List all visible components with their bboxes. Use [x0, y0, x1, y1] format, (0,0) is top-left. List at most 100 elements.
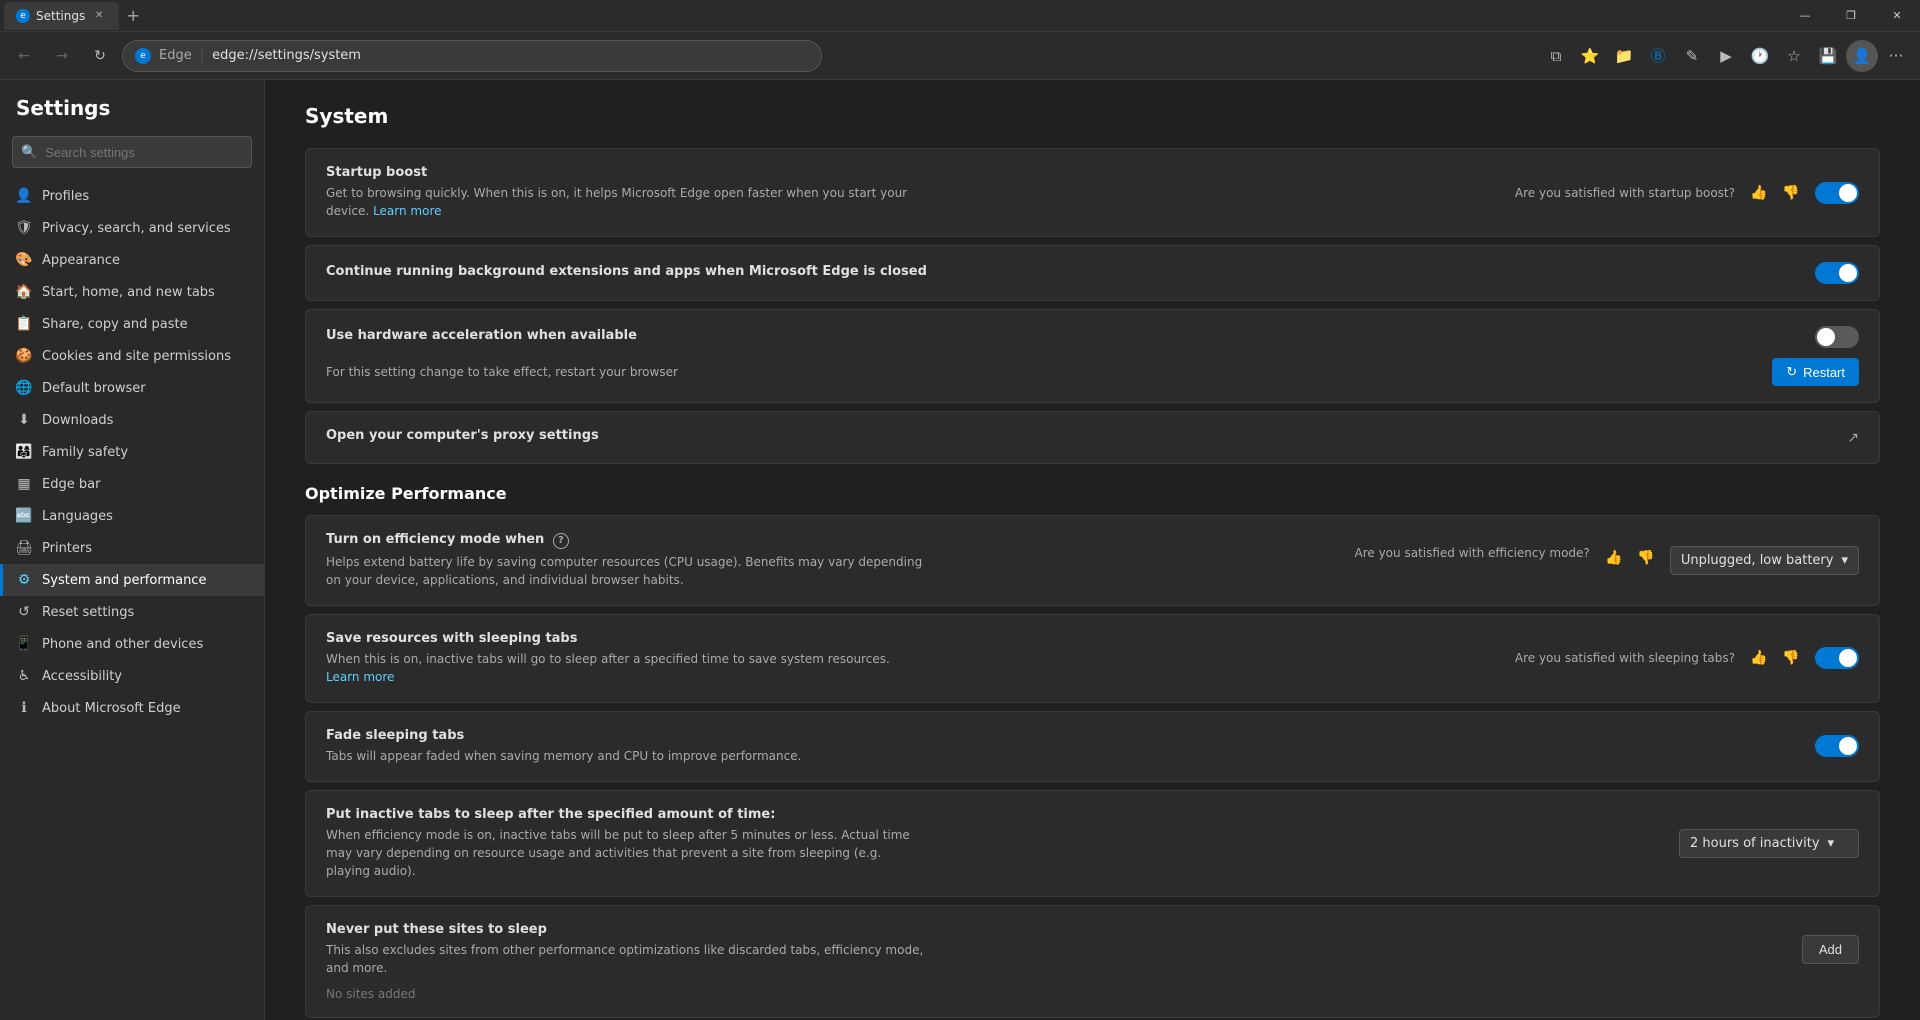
proxy-card[interactable]: Open your computer's proxy settings ↗ — [305, 411, 1880, 464]
sidebar-item-edge-bar[interactable]: ▦ Edge bar — [0, 468, 264, 500]
sidebar-item-start[interactable]: 🏠 Start, home, and new tabs — [0, 276, 264, 308]
startup-boost-left: Startup boost Get to browsing quickly. W… — [326, 165, 1499, 220]
sleeping-tabs-toggle[interactable] — [1815, 647, 1859, 669]
sidebar-label-profiles: Profiles — [42, 189, 89, 204]
sidebar-item-downloads[interactable]: ⬇ Downloads — [0, 404, 264, 436]
inactive-sleep-dropdown[interactable]: 2 hours of inactivity ▾ — [1679, 829, 1859, 858]
minimize-button[interactable]: — — [1782, 0, 1828, 32]
extensions-icon[interactable]: ⧉ — [1540, 40, 1572, 72]
fade-sleeping-title: Fade sleeping tabs — [326, 728, 1799, 743]
toolbar-icons: ⧉ ⭐ 📁 Ⓑ ✎ ▶ 🕐 ☆ 💾 👤 ··· — [1540, 40, 1912, 72]
sidebar-item-profiles[interactable]: 👤 Profiles — [0, 180, 264, 212]
efficiency-dropdown[interactable]: Unplugged, low battery ▾ — [1670, 546, 1859, 575]
search-box[interactable]: 🔍 — [12, 136, 252, 168]
sidebar-title: Settings — [0, 96, 264, 136]
share-icon: 📋 — [16, 316, 32, 332]
efficiency-dropdown-icon: ▾ — [1841, 553, 1848, 568]
fade-sleeping-row: Fade sleeping tabs Tabs will appear fade… — [326, 728, 1859, 765]
fade-sleeping-card: Fade sleeping tabs Tabs will appear fade… — [305, 711, 1880, 782]
efficiency-dropdown-value: Unplugged, low battery — [1681, 553, 1834, 568]
never-sleep-left: Never put these sites to sleep This also… — [326, 922, 1786, 977]
background-extensions-knob — [1839, 264, 1857, 282]
sidebar-item-cookies[interactable]: 🍪 Cookies and site permissions — [0, 340, 264, 372]
hardware-accel-left: Use hardware acceleration when available — [326, 328, 1799, 347]
collections-icon[interactable]: 📁 — [1608, 40, 1640, 72]
downloads-icon: ⬇ — [16, 412, 32, 428]
sidebar-label-printers: Printers — [42, 541, 92, 556]
fade-sleeping-toggle[interactable] — [1815, 735, 1859, 757]
edge-logo: e — [135, 48, 151, 64]
sidebar-item-accessibility[interactable]: ♿ Accessibility — [0, 660, 264, 692]
sidebar-item-family[interactable]: 👨‍👩‍👧 Family safety — [0, 436, 264, 468]
background-extensions-toggle[interactable] — [1815, 262, 1859, 284]
active-tab[interactable]: e Settings ✕ — [4, 2, 119, 30]
sidebar-item-default-browser[interactable]: 🌐 Default browser — [0, 372, 264, 404]
startup-thumbs-up[interactable]: 👍 — [1747, 181, 1771, 205]
start-icon: 🏠 — [16, 284, 32, 300]
history-icon[interactable]: 🕐 — [1744, 40, 1776, 72]
window-controls: — ❐ ✕ — [1782, 0, 1920, 32]
sleeping-tabs-learn-more[interactable]: Learn more — [326, 670, 394, 684]
sleeping-thumbs-up[interactable]: 👍 — [1747, 646, 1771, 670]
sidebar-item-appearance[interactable]: 🎨 Appearance — [0, 244, 264, 276]
fade-sleeping-right — [1815, 735, 1859, 757]
family-icon: 👨‍👩‍👧 — [16, 444, 32, 460]
star-icon[interactable]: ☆ — [1778, 40, 1810, 72]
efficiency-thumbs-down[interactable]: 👎 — [1634, 546, 1658, 570]
profiles-icon: 👤 — [16, 188, 32, 204]
hardware-accel-toggle[interactable] — [1815, 326, 1859, 348]
refresh-button[interactable]: ↻ — [84, 40, 116, 72]
sidebar-item-reset[interactable]: ↺ Reset settings — [0, 596, 264, 628]
tab-label: Settings — [36, 9, 85, 23]
bing-icon[interactable]: Ⓑ — [1642, 40, 1674, 72]
sleeping-tabs-left: Save resources with sleeping tabs When t… — [326, 631, 1499, 686]
inactive-sleep-right: 2 hours of inactivity ▾ — [1679, 829, 1859, 858]
sleeping-thumbs-down[interactable]: 👎 — [1779, 646, 1803, 670]
startup-boost-learn-more[interactable]: Learn more — [373, 204, 441, 218]
add-site-button[interactable]: Add — [1802, 935, 1859, 964]
new-tab-button[interactable]: + — [119, 2, 147, 30]
url-bar[interactable]: e Edge | edge://settings/system — [122, 40, 822, 72]
sidebar-label-start: Start, home, and new tabs — [42, 285, 215, 300]
save-icon[interactable]: 💾 — [1812, 40, 1844, 72]
privacy-icon: 🛡 — [16, 220, 32, 236]
efficiency-mode-info-icon[interactable]: ? — [553, 533, 569, 549]
sidebar-item-system[interactable]: ⚙ System and performance — [0, 564, 264, 596]
never-sleep-right: Add — [1802, 935, 1859, 964]
restart-button[interactable]: ↻ Restart — [1772, 358, 1859, 386]
restore-button[interactable]: ❐ — [1828, 0, 1874, 32]
never-sleep-card: Never put these sites to sleep This also… — [305, 905, 1880, 1018]
tab-close-button[interactable]: ✕ — [91, 8, 107, 24]
system-icon: ⚙ — [16, 572, 32, 588]
inactive-sleep-desc: When efficiency mode is on, inactive tab… — [326, 826, 926, 880]
profile-icon[interactable]: 👤 — [1846, 40, 1878, 72]
hardware-accel-title: Use hardware acceleration when available — [326, 328, 1799, 343]
sidebar-item-phone[interactable]: 📱 Phone and other devices — [0, 628, 264, 660]
back-button[interactable]: ← — [8, 40, 40, 72]
game-icon[interactable]: ▶ — [1710, 40, 1742, 72]
sidebar-label-share: Share, copy and paste — [42, 317, 188, 332]
sidebar-item-privacy[interactable]: 🛡 Privacy, search, and services — [0, 212, 264, 244]
accessibility-icon: ♿ — [16, 668, 32, 684]
sidebar-item-about[interactable]: ℹ About Microsoft Edge — [0, 692, 264, 724]
content-area: System Startup boost Get to browsing qui… — [265, 80, 1920, 1020]
startup-thumbs-down[interactable]: 👎 — [1779, 181, 1803, 205]
printers-icon: 🖨 — [16, 540, 32, 556]
sidebar-label-accessibility: Accessibility — [42, 669, 122, 684]
forward-button[interactable]: → — [46, 40, 78, 72]
efficiency-thumbs-up[interactable]: 👍 — [1602, 546, 1626, 570]
startup-feedback-label: Are you satisfied with startup boost? — [1515, 186, 1735, 200]
sidebar-item-share[interactable]: 📋 Share, copy and paste — [0, 308, 264, 340]
close-button[interactable]: ✕ — [1874, 0, 1920, 32]
startup-boost-toggle[interactable] — [1815, 182, 1859, 204]
proxy-row: Open your computer's proxy settings ↗ — [326, 428, 1859, 447]
startup-boost-toggle-knob — [1839, 184, 1857, 202]
titlebar-tabs: e Settings ✕ + — [0, 0, 147, 31]
search-input[interactable] — [45, 145, 243, 160]
favorites-icon[interactable]: ⭐ — [1574, 40, 1606, 72]
sidebar-item-languages[interactable]: 🔤 Languages — [0, 500, 264, 532]
background-extensions-row: Continue running background extensions a… — [326, 262, 1859, 284]
tools-icon[interactable]: ✎ — [1676, 40, 1708, 72]
more-button[interactable]: ··· — [1880, 40, 1912, 72]
sidebar-item-printers[interactable]: 🖨 Printers — [0, 532, 264, 564]
